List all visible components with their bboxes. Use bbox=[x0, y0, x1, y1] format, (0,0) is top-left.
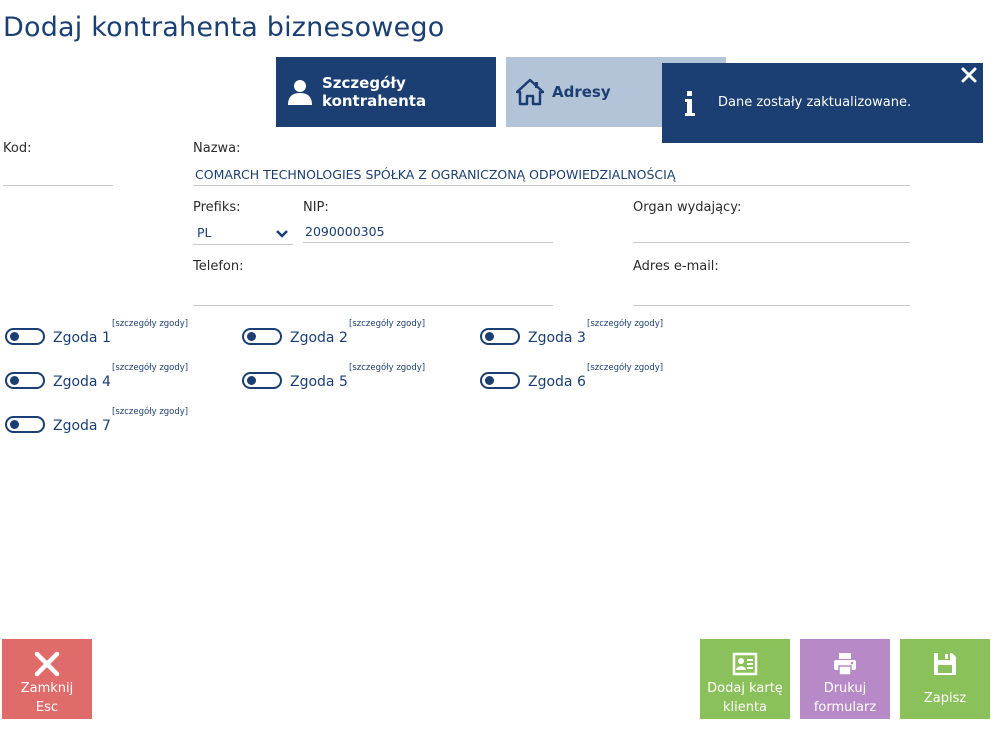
consent-6-toggle[interactable] bbox=[480, 372, 520, 389]
tab-details[interactable]: Szczegóły kontrahenta bbox=[276, 57, 496, 127]
user-icon bbox=[286, 78, 314, 106]
consent-1-toggle[interactable] bbox=[5, 328, 45, 345]
toggle-knob bbox=[10, 332, 19, 341]
kod-label: Kod: bbox=[3, 141, 32, 156]
tab-details-label: Szczegóły kontrahenta bbox=[322, 74, 427, 110]
consent-3-details-link[interactable]: [szczegóły zgody] bbox=[587, 319, 663, 329]
toggle-knob bbox=[10, 420, 19, 429]
notification-message: Dane zostały zaktualizowane. bbox=[718, 95, 912, 110]
email-label: Adres e-mail: bbox=[633, 259, 719, 274]
add-client-card-button[interactable]: Dodaj kartę klienta bbox=[700, 639, 790, 719]
chevron-down-icon bbox=[275, 227, 289, 238]
consent-4-toggle[interactable] bbox=[5, 372, 45, 389]
prefiks-value: PL bbox=[197, 225, 212, 240]
print-form-label-2: formularz bbox=[813, 700, 877, 715]
organ-input[interactable] bbox=[633, 221, 910, 243]
organ-label: Organ wydający: bbox=[633, 200, 742, 215]
telefon-input[interactable] bbox=[193, 284, 553, 306]
consent-5-label: Zgoda 5 bbox=[290, 374, 348, 390]
consent-2-details-link[interactable]: [szczegóły zgody] bbox=[349, 319, 425, 329]
close-icon[interactable] bbox=[960, 66, 978, 84]
consent-7-details-link[interactable]: [szczegóły zgody] bbox=[112, 407, 188, 417]
tab-addresses-label: Adresy bbox=[552, 83, 611, 101]
nip-label: NIP: bbox=[303, 200, 329, 215]
save-button-label: Zapisz bbox=[923, 691, 967, 706]
close-button-label-2: Esc bbox=[35, 700, 59, 715]
consent-1-label: Zgoda 1 bbox=[53, 330, 111, 346]
consent-1-details-link[interactable]: [szczegóły zgody] bbox=[112, 319, 188, 329]
prefiks-select[interactable]: PL bbox=[193, 221, 293, 245]
print-form-label-1: Drukuj bbox=[823, 681, 867, 696]
nip-input[interactable] bbox=[303, 221, 553, 243]
consent-6-label: Zgoda 6 bbox=[528, 374, 586, 390]
telefon-label: Telefon: bbox=[193, 259, 244, 274]
consent-3-label: Zgoda 3 bbox=[528, 330, 586, 346]
toggle-knob bbox=[485, 332, 494, 341]
kod-input[interactable] bbox=[3, 164, 113, 186]
floppy-disk-icon bbox=[932, 651, 958, 677]
toggle-knob bbox=[10, 376, 19, 385]
close-button-label-1: Zamknij bbox=[20, 681, 74, 696]
id-card-icon bbox=[732, 651, 758, 677]
email-input[interactable] bbox=[633, 284, 910, 306]
print-form-button[interactable]: Drukuj formularz bbox=[800, 639, 890, 719]
consent-7-toggle[interactable] bbox=[5, 416, 45, 433]
home-icon bbox=[516, 78, 544, 106]
close-button[interactable]: Zamknij Esc bbox=[2, 639, 92, 719]
close-icon bbox=[34, 651, 60, 677]
consent-5-toggle[interactable] bbox=[242, 372, 282, 389]
consent-6-details-link[interactable]: [szczegóły zgody] bbox=[587, 363, 663, 373]
add-client-card-label-2: klienta bbox=[722, 700, 768, 715]
toggle-knob bbox=[247, 376, 256, 385]
consent-5-details-link[interactable]: [szczegóły zgody] bbox=[349, 363, 425, 373]
toggle-knob bbox=[247, 332, 256, 341]
notification-toast: Dane zostały zaktualizowane. bbox=[662, 63, 983, 143]
info-icon bbox=[684, 91, 696, 117]
printer-icon bbox=[832, 651, 858, 677]
toggle-knob bbox=[485, 376, 494, 385]
nazwa-label: Nazwa: bbox=[193, 141, 241, 156]
add-client-card-label-1: Dodaj kartę bbox=[707, 681, 783, 696]
consent-2-toggle[interactable] bbox=[242, 328, 282, 345]
consent-2-label: Zgoda 2 bbox=[290, 330, 348, 346]
consent-7-label: Zgoda 7 bbox=[53, 418, 111, 434]
prefiks-label: Prefiks: bbox=[193, 200, 241, 215]
nazwa-input[interactable] bbox=[193, 164, 910, 186]
consent-3-toggle[interactable] bbox=[480, 328, 520, 345]
save-button[interactable]: Zapisz bbox=[900, 639, 990, 719]
consent-4-details-link[interactable]: [szczegóły zgody] bbox=[112, 363, 188, 373]
consent-4-label: Zgoda 4 bbox=[53, 374, 111, 390]
page-title: Dodaj kontrahenta biznesowego bbox=[3, 12, 445, 43]
